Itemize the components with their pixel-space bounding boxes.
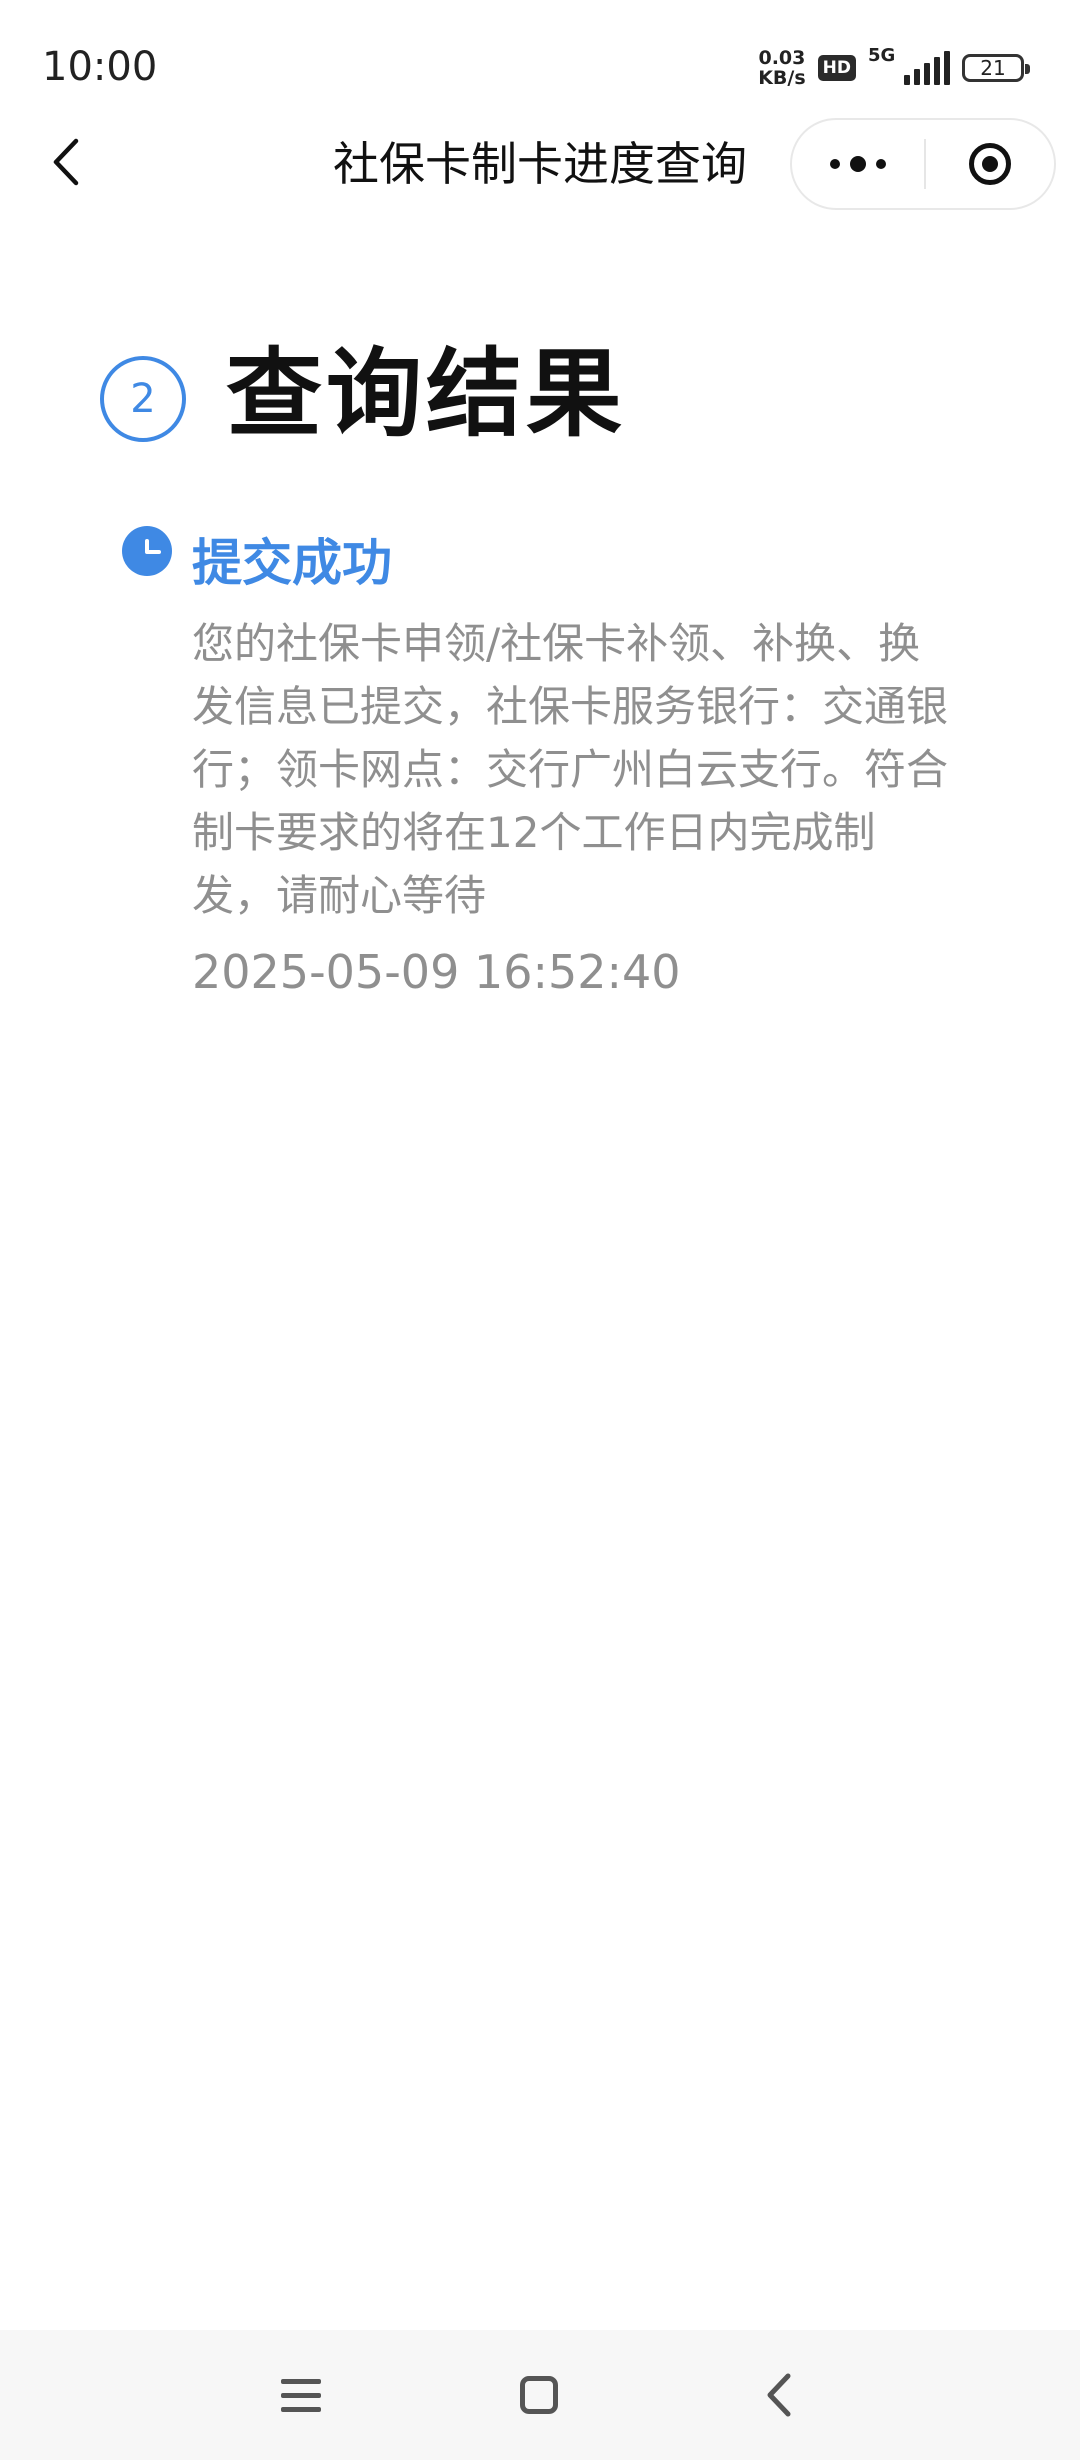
status-description: 您的社保卡申领/社保卡补领、补换、换发信息已提交，社保卡服务银行：交通银行；领卡… xyxy=(192,619,949,920)
network-type-label: 5G xyxy=(868,45,896,66)
target-circle-icon xyxy=(969,143,1011,185)
home-button[interactable] xyxy=(504,2360,574,2430)
status-bar: 10:00 0.03 KB/s HD 5G 21 xyxy=(0,0,1080,130)
signal-bar xyxy=(904,75,910,85)
status-title: 提交成功 xyxy=(192,534,392,592)
status-timestamp: 2025-05-09 16:52:40 xyxy=(192,945,681,999)
clock-icon xyxy=(122,526,172,576)
network-speed-unit: KB/s xyxy=(758,67,806,89)
signal-bar xyxy=(914,69,920,85)
chevron-left-icon xyxy=(53,138,79,186)
more-dots-icon xyxy=(850,156,866,172)
menu-button[interactable] xyxy=(266,2360,336,2430)
close-button[interactable] xyxy=(926,120,1054,208)
system-back-button[interactable] xyxy=(744,2360,814,2430)
mini-program-capsule xyxy=(790,118,1056,210)
back-button[interactable] xyxy=(36,132,96,192)
back-icon xyxy=(767,2373,791,2417)
home-icon xyxy=(520,2376,558,2414)
hd-icon: HD xyxy=(817,55,856,81)
signal-icon: 5G xyxy=(868,45,950,85)
network-speed: 0.03 KB/s xyxy=(758,48,805,88)
system-nav-bar xyxy=(0,2330,1080,2460)
signal-bar xyxy=(944,51,950,85)
signal-bar xyxy=(934,57,940,85)
more-dots-icon xyxy=(876,159,886,169)
step-number-badge: 2 xyxy=(100,356,186,442)
status-icons: 0.03 KB/s HD 5G 21 xyxy=(758,45,1030,90)
menu-icon xyxy=(281,2378,321,2412)
signal-bar xyxy=(924,63,930,85)
clock-hand xyxy=(145,550,161,554)
battery-icon: 21 xyxy=(962,54,1030,82)
more-button[interactable] xyxy=(792,120,924,208)
more-dots-icon xyxy=(830,159,840,169)
target-circle-dot xyxy=(982,156,998,172)
battery-level: 21 xyxy=(980,56,1006,80)
result-title: 查询结果 xyxy=(226,338,626,450)
network-speed-value: 0.03 xyxy=(758,47,806,69)
status-time: 10:00 xyxy=(42,44,158,90)
